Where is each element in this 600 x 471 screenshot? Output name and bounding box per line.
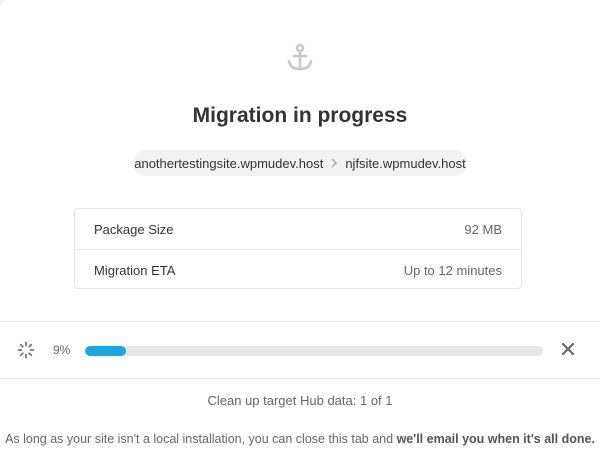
target-site: njfsite.wpmudev.host	[345, 155, 466, 171]
loader-icon	[17, 341, 35, 359]
detail-label: Migration ETA	[94, 262, 176, 278]
detail-row-eta: Migration ETA Up to 12 minutes	[75, 249, 521, 290]
status-text: Clean up target Hub data: 1 of 1	[207, 393, 393, 408]
detail-value: Up to 12 minutes	[403, 262, 502, 278]
chevron-right-icon	[328, 157, 340, 169]
detail-row-package-size: Package Size 92 MB	[75, 209, 521, 249]
progress-percent: 9%	[53, 343, 71, 357]
detail-label: Package Size	[94, 221, 174, 237]
migration-modal: Migration in progress anothertestingsite…	[0, 0, 600, 471]
migration-details: Package Size 92 MB Migration ETA Up to 1…	[74, 208, 522, 289]
email-note: As long as your site isn't a local insta…	[0, 432, 600, 446]
source-site: anothertestingsite.wpmudev.host	[134, 155, 324, 171]
detail-value: 92 MB	[464, 221, 502, 237]
page-title: Migration in progress	[192, 104, 408, 127]
note-emphasis: we'll email you when it's all done.	[396, 432, 595, 446]
progress-bar	[85, 346, 543, 356]
note-text: As long as your site isn't a local insta…	[5, 432, 397, 446]
progress-panel: 9%	[0, 321, 600, 379]
progress-bar-fill	[85, 346, 127, 356]
anchor-icon	[284, 42, 316, 74]
close-icon[interactable]	[561, 342, 575, 356]
migration-route: anothertestingsite.wpmudev.host njfsite.…	[133, 150, 467, 176]
